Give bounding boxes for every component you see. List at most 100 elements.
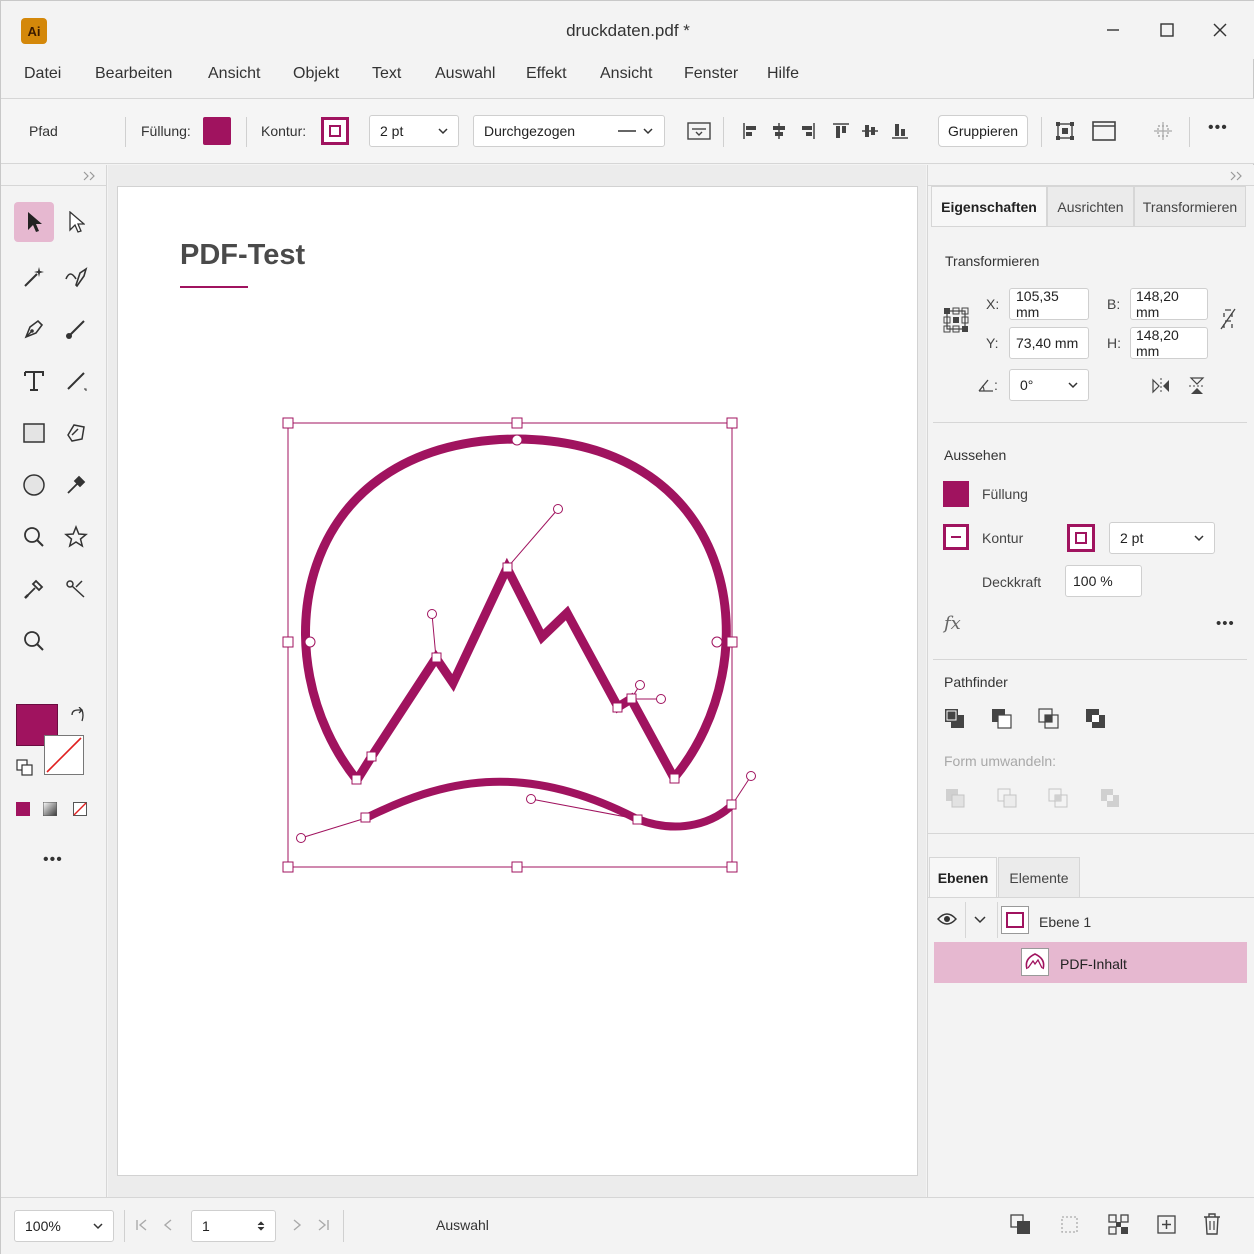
convert-shape-4-icon bbox=[1101, 789, 1119, 807]
first-page-icon[interactable] bbox=[135, 1218, 149, 1232]
handle bbox=[282, 636, 294, 648]
maximize-button[interactable] bbox=[1147, 15, 1187, 45]
chevron-down-icon[interactable] bbox=[974, 916, 986, 924]
convert-shape-label: Form umwandeln: bbox=[944, 753, 1057, 769]
appearance-fill-label: Füllung bbox=[982, 486, 1028, 502]
eye-icon[interactable] bbox=[937, 912, 957, 926]
opacity-input[interactable]: 100 % bbox=[1065, 565, 1142, 597]
tab-ausrichten[interactable]: Ausrichten bbox=[1047, 186, 1134, 226]
chevron-down-icon bbox=[1194, 535, 1204, 542]
handle bbox=[282, 861, 294, 873]
angle-select[interactable]: 0° bbox=[1009, 369, 1089, 401]
layer-thumbnail bbox=[1001, 906, 1029, 934]
flip-vertical-icon bbox=[1189, 377, 1205, 394]
divider bbox=[1189, 117, 1190, 147]
y-input[interactable]: 73,40 mm bbox=[1009, 327, 1089, 359]
convert-shape-1-icon bbox=[946, 789, 965, 808]
item-name: PDF-Inhalt bbox=[1060, 956, 1127, 972]
unite-icon[interactable] bbox=[944, 708, 966, 730]
appearance-stroke-weight[interactable]: 2 pt bbox=[1109, 522, 1215, 554]
transform-bounds-icon[interactable] bbox=[1051, 117, 1079, 145]
handle bbox=[282, 417, 294, 429]
trash-icon[interactable] bbox=[1202, 1212, 1222, 1236]
current-tool-status: Auswahl bbox=[436, 1217, 489, 1233]
handle bbox=[726, 417, 738, 429]
collapse-panel-icon bbox=[1230, 171, 1242, 181]
width-input[interactable]: 148,20 mm bbox=[1130, 288, 1208, 320]
stepper-icon bbox=[257, 1221, 265, 1231]
selected-artwork[interactable] bbox=[1, 1, 926, 1197]
chevron-down-icon bbox=[1068, 382, 1078, 389]
height-input[interactable]: 148,20 mm bbox=[1130, 327, 1208, 359]
collect-export-icon[interactable] bbox=[1108, 1214, 1130, 1236]
y-label: Y: bbox=[986, 335, 999, 351]
layer-item-row[interactable]: PDF-Inhalt bbox=[934, 942, 1247, 983]
exclude-icon[interactable] bbox=[1085, 708, 1107, 730]
handle bbox=[726, 861, 738, 873]
status-bar: 100% 1 Auswahl bbox=[1, 1197, 1254, 1254]
chevron-down-icon bbox=[93, 1223, 103, 1230]
tab-eigenschaften[interactable]: Eigenschaften bbox=[931, 186, 1047, 226]
close-button[interactable] bbox=[1200, 15, 1240, 45]
clipping-mask-icon[interactable] bbox=[1059, 1214, 1081, 1236]
effects-button[interactable]: fx bbox=[944, 613, 961, 634]
appearance-section-title: Aussehen bbox=[944, 447, 1007, 463]
new-layer-icon[interactable] bbox=[1156, 1214, 1178, 1236]
intersect-icon[interactable] bbox=[1038, 708, 1060, 730]
appearance-stroke-swatch[interactable] bbox=[943, 524, 969, 550]
constrain-proportions-icon bbox=[1220, 308, 1236, 330]
arrange-icon[interactable] bbox=[1010, 1214, 1032, 1236]
flip-horizontal-icon bbox=[1152, 378, 1169, 394]
h-label: H: bbox=[1107, 335, 1121, 351]
layer-row[interactable]: Ebene 1 bbox=[927, 898, 1254, 942]
appearance-stroke-label: Kontur bbox=[982, 530, 1024, 546]
x-input[interactable]: 105,35 mm bbox=[1009, 288, 1089, 320]
arc-path bbox=[301, 434, 731, 785]
angle-value: 0° bbox=[1020, 377, 1034, 393]
transform-section-title: Transformieren bbox=[945, 253, 1040, 269]
maximize-icon bbox=[1160, 23, 1174, 37]
handle bbox=[726, 636, 738, 648]
minimize-button[interactable] bbox=[1093, 15, 1133, 45]
opacity-label: Deckkraft bbox=[982, 574, 1042, 590]
close-icon bbox=[1213, 23, 1227, 37]
wave-path bbox=[362, 777, 736, 831]
last-page-icon[interactable] bbox=[316, 1218, 330, 1232]
handle bbox=[511, 861, 523, 873]
more-options-button[interactable]: ••• bbox=[1208, 119, 1228, 137]
zoom-select[interactable]: 100% bbox=[14, 1210, 114, 1242]
reference-point-icon bbox=[943, 307, 969, 333]
divider bbox=[933, 422, 1247, 423]
handle bbox=[511, 417, 523, 429]
app-window: Ai druckdaten.pdf * Datei Bearbeiten Ans… bbox=[0, 0, 1254, 1254]
minimize-icon bbox=[1107, 29, 1119, 31]
group-button[interactable]: Gruppieren bbox=[938, 115, 1028, 147]
x-label: X: bbox=[986, 296, 1000, 312]
item-thumbnail bbox=[1021, 948, 1049, 976]
minus-front-icon[interactable] bbox=[991, 708, 1013, 730]
w-label: B: bbox=[1107, 296, 1121, 312]
appearance-stroke-color[interactable] bbox=[1067, 524, 1095, 552]
angle-label: : bbox=[994, 377, 998, 393]
divider bbox=[1041, 117, 1042, 147]
distribute-icon[interactable] bbox=[1149, 117, 1177, 145]
appearance-more-button[interactable]: ••• bbox=[1216, 615, 1235, 632]
divider bbox=[927, 833, 1254, 834]
artboard-icon[interactable] bbox=[1090, 117, 1118, 145]
next-page-icon[interactable] bbox=[290, 1218, 304, 1232]
tab-elemente[interactable]: Elemente bbox=[998, 857, 1080, 897]
appearance-stroke-weight-value: 2 pt bbox=[1120, 530, 1144, 546]
convert-shape-2-icon bbox=[997, 788, 1017, 808]
convert-shape-3-icon bbox=[1048, 788, 1068, 808]
mountain-logo-icon bbox=[1025, 953, 1045, 970]
tab-transformieren[interactable]: Transformieren bbox=[1134, 186, 1246, 226]
layer-name: Ebene 1 bbox=[1039, 914, 1092, 930]
mountain-path bbox=[353, 557, 678, 783]
appearance-fill-swatch[interactable] bbox=[943, 481, 969, 507]
previous-page-icon[interactable] bbox=[161, 1218, 175, 1232]
tab-ebenen[interactable]: Ebenen bbox=[929, 857, 997, 897]
page-number-input[interactable]: 1 bbox=[191, 1210, 276, 1242]
angle-icon bbox=[978, 379, 993, 392]
zoom-value: 100% bbox=[25, 1218, 61, 1234]
divider bbox=[933, 659, 1247, 660]
